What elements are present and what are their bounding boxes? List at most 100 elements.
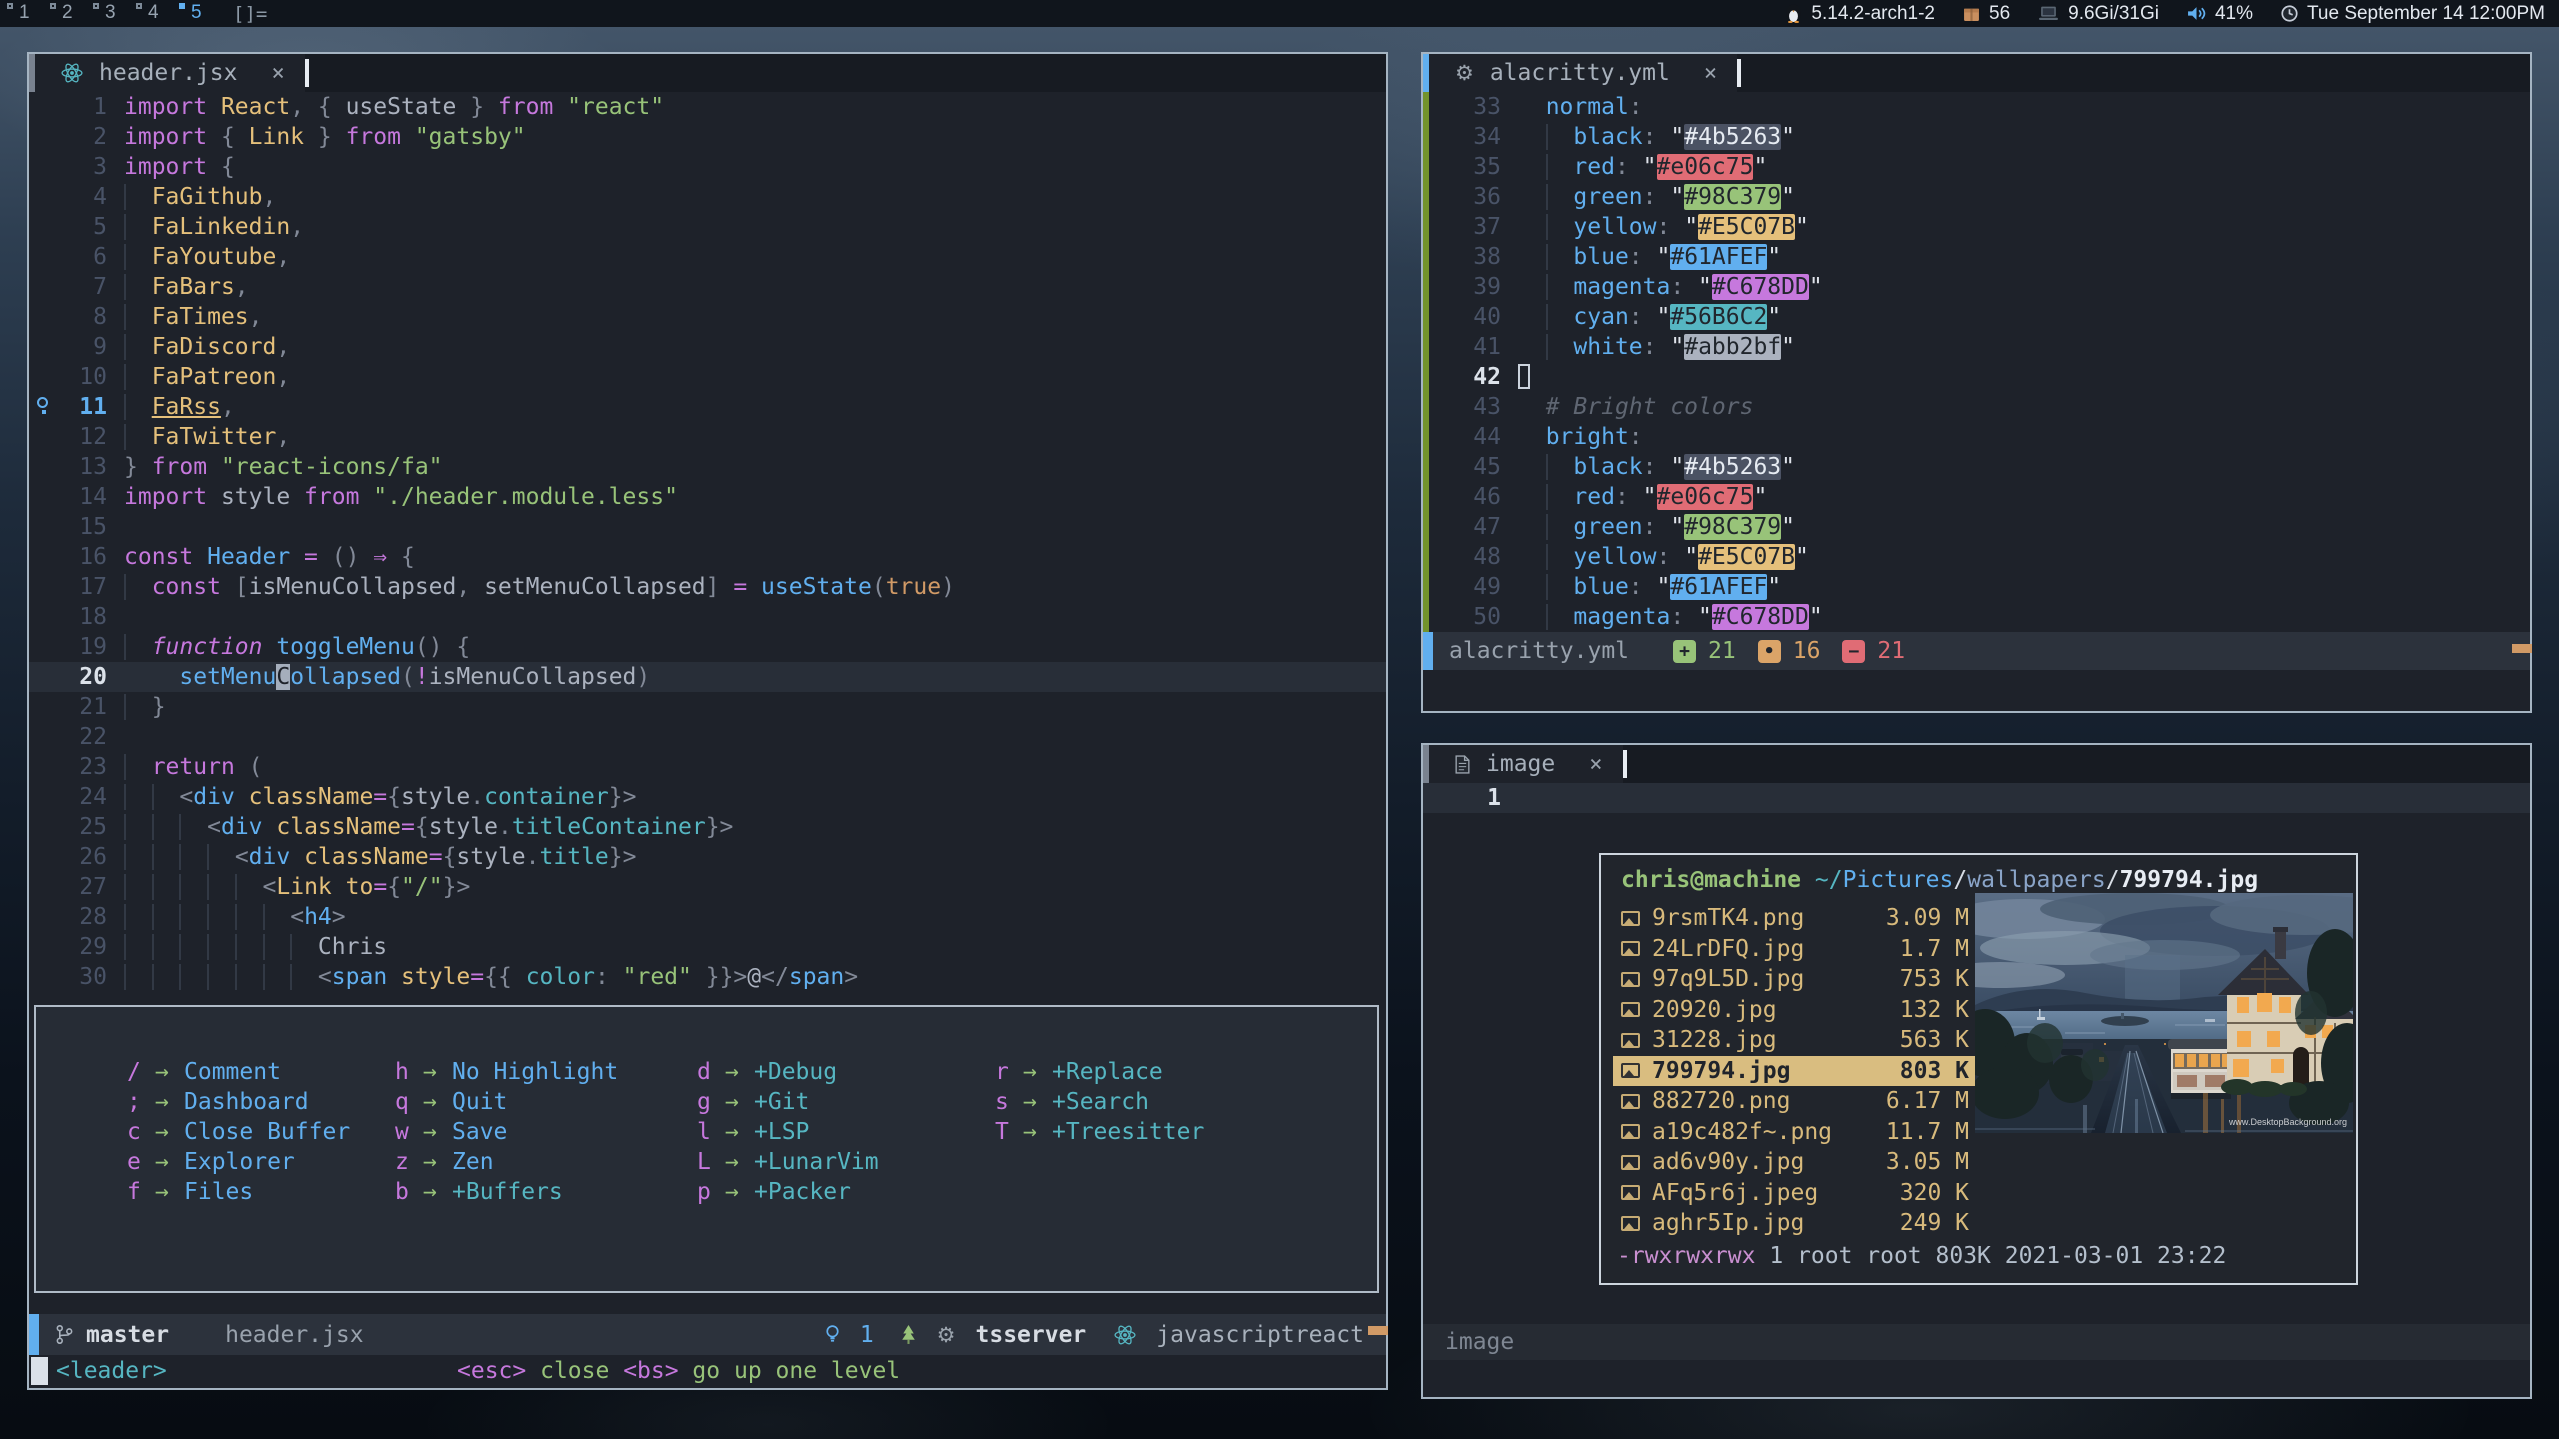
code-line[interactable]: 24 <div className={style.container}> [29,782,1386,812]
keybind-hint: <esc> close <bs> go up one level [457,1355,900,1388]
datetime-value: Tue September 14 12:00PM [2307,3,2545,25]
file-row[interactable]: 882720.png6.17 M [1613,1086,1977,1117]
code-line[interactable]: 49 blue: "#61AFEF" [1423,572,2530,602]
code-line[interactable]: 36 green: "#98C379" [1423,182,2530,212]
code-line[interactable]: 15 [29,512,1386,542]
tab-close-icon[interactable]: × [1589,752,1602,777]
code-line[interactable]: 10 FaPatreon, [29,362,1386,392]
code-line[interactable]: 38 blue: "#61AFEF" [1423,242,2530,272]
code-line[interactable]: 16const Header = () ⇒ { [29,542,1386,572]
workspace-button[interactable]: 4 [129,0,172,27]
code-line[interactable]: 1 [1423,783,2530,813]
code-line[interactable]: 11 FaRss, [29,392,1386,422]
workspace-button[interactable]: 1 [0,0,43,27]
code-line[interactable]: 21 } [29,692,1386,722]
code-line[interactable]: 50 magenta: "#C678DD" [1423,602,2530,632]
code-line[interactable]: 20 setMenuCollapsed(!isMenuCollapsed) [29,662,1386,692]
image-preview: www.DesktopBackground.org [1975,893,2353,1133]
tab-header-jsx[interactable]: header.jsx × [35,54,305,92]
file-row[interactable]: 31228.jpg563 K [1613,1025,1977,1056]
code-line[interactable]: 3import { [29,152,1386,182]
whichkey-item: l→+LSP [697,1117,879,1147]
tabline: ⚙ alacritty.yml × [1423,54,2530,92]
image-file-icon [1621,972,1640,987]
workspace-button[interactable]: 3 [86,0,129,27]
image-file-icon [1621,1002,1640,1017]
code-line[interactable]: 29 Chris [29,932,1386,962]
workspace-button[interactable]: 5 [172,0,215,27]
file-row[interactable]: AFq5r6j.jpeg320 K [1613,1178,1977,1209]
code-line[interactable]: 43 # Bright colors [1423,392,2530,422]
code-line[interactable]: 18 [29,602,1386,632]
line-number: 2 [29,122,124,152]
package-count: 56 [1963,3,2010,25]
code-line[interactable]: 14import style from "./header.module.les… [29,482,1386,512]
tabline-cursor [305,59,309,87]
winbar-status-text: image [1445,1329,1514,1355]
leader-indicator: <leader> [56,1355,167,1388]
code-line[interactable]: 23 return ( [29,752,1386,782]
code-line[interactable]: 47 green: "#98C379" [1423,512,2530,542]
code-line[interactable]: 22 [29,722,1386,752]
code-line[interactable]: 48 yellow: "#E5C07B" [1423,542,2530,572]
whichkey-item: h→No Highlight [395,1057,618,1087]
command-line[interactable]: <leader> <esc> close <bs> go up one leve… [29,1355,1386,1388]
code-area: 1 [1423,783,2530,813]
code-line[interactable]: 8 FaTimes, [29,302,1386,332]
line-number: 44 [1423,422,1518,452]
tab-image[interactable]: image × [1429,745,1623,783]
code-line[interactable]: 44 bright: [1423,422,2530,452]
code-line[interactable]: 13} from "react-icons/fa" [29,452,1386,482]
workspace-indicator [50,3,56,9]
code-line[interactable]: 4 FaGithub, [29,182,1386,212]
code-line[interactable]: 46 red: "#e06c75" [1423,482,2530,512]
code-line[interactable]: 35 red: "#e06c75" [1423,152,2530,182]
file-row[interactable]: 20920.jpg132 K [1613,995,1977,1026]
code-line[interactable]: 7 FaBars, [29,272,1386,302]
file-row[interactable]: a19c482f~.png11.7 M [1613,1117,1977,1148]
lsp-server-name: tsserver [976,1322,1087,1348]
file-row[interactable]: 97q9L5D.jpg753 K [1613,964,1977,995]
git-added-icon: + [1673,640,1696,663]
code-line[interactable]: 30 <span style={{ color: "red" }}>@</spa… [29,962,1386,992]
whichkey-item: b→+Buffers [395,1177,618,1207]
statusline-filename: header.jsx [225,1322,363,1348]
code-line[interactable]: 25 <div className={style.titleContainer}… [29,812,1386,842]
code-line[interactable]: 12 FaTwitter, [29,422,1386,452]
code-line[interactable]: 37 yellow: "#E5C07B" [1423,212,2530,242]
file-row[interactable]: 9rsmTK4.png3.09 M [1613,903,1977,934]
code-line[interactable]: 41 white: "#abb2bf" [1423,332,2530,362]
code-line[interactable]: 45 black: "#4b5263" [1423,452,2530,482]
file-row[interactable]: 24LrDFQ.jpg1.7 M [1613,934,1977,965]
editor-window-jsx: header.jsx × 1import React, { useState }… [27,52,1388,1390]
code-line[interactable]: 26 <div className={style.title}> [29,842,1386,872]
code-line[interactable]: 9 FaDiscord, [29,332,1386,362]
code-line[interactable]: 33 normal: [1423,92,2530,122]
code-line[interactable]: 39 magenta: "#C678DD" [1423,272,2530,302]
tab-alacritty-yml[interactable]: ⚙ alacritty.yml × [1429,54,1737,92]
document-icon [1455,755,1470,774]
tab-close-icon[interactable]: × [1704,61,1717,86]
file-row[interactable]: ad6v90y.jpg3.05 M [1613,1147,1977,1178]
line-number: 10 [29,362,124,392]
code-line[interactable]: 27 <Link to={"/"}> [29,872,1386,902]
picker-path-title: chris@machine ~/Pictures/wallpapers/7997… [1621,867,2258,893]
code-line[interactable]: 42 [1423,362,2530,392]
code-line[interactable]: 6 FaYoutube, [29,242,1386,272]
code-line[interactable]: 28 <h4> [29,902,1386,932]
command-cursor [31,1357,48,1385]
code-line[interactable]: 5 FaLinkedin, [29,212,1386,242]
code-line[interactable]: 40 cyan: "#56B6C2" [1423,302,2530,332]
file-row[interactable]: aghr5Ip.jpg249 K [1613,1208,1977,1239]
tab-close-icon[interactable]: × [271,61,284,86]
code-line[interactable]: 17 const [isMenuCollapsed, setMenuCollap… [29,572,1386,602]
code-line[interactable]: 34 black: "#4b5263" [1423,122,2530,152]
lightbulb-icon [37,397,48,408]
code-line[interactable]: 1import React, { useState } from "react" [29,92,1386,122]
tab-title: alacritty.yml [1490,60,1670,86]
code-line[interactable]: 19 function toggleMenu() { [29,632,1386,662]
file-row[interactable]: 799794.jpg803 K [1613,1056,1977,1087]
preview-watermark: www.DesktopBackground.org [2228,1117,2347,1127]
workspace-button[interactable]: 2 [43,0,86,27]
code-line[interactable]: 2import { Link } from "gatsby" [29,122,1386,152]
